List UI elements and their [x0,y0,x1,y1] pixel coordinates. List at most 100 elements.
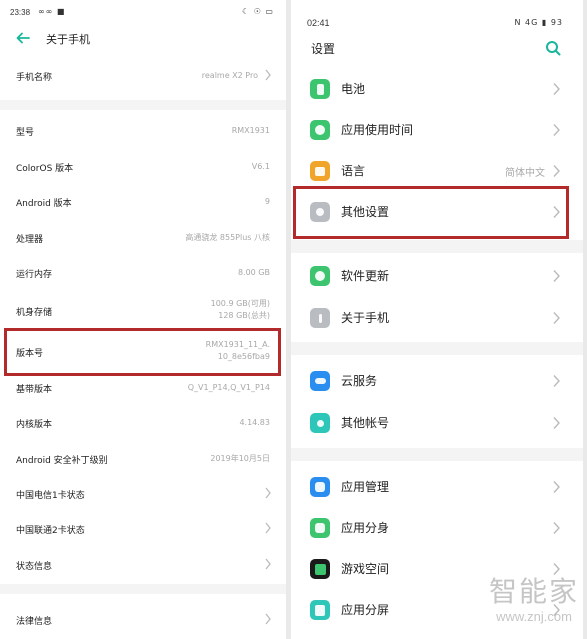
row-sim2-status[interactable]: 中国联通2卡状态 [0,511,286,545]
chevron-right-icon [553,375,560,387]
row-label: Android 版本 [16,199,72,209]
signal-icon: ∞∞ ■ [38,7,66,16]
row-kernel: 内核版本 4.14.83 [0,405,286,439]
settings-item-other-accounts[interactable]: 其他帐号 [291,402,583,444]
game-space-icon [310,559,330,579]
account-icon [310,413,330,433]
settings-item-value: 简体中文 [505,168,545,179]
row-label: 处理器 [16,235,44,245]
settings-item-label: 关于手机 [341,311,390,325]
watermark-url: www.znj.com [496,609,572,624]
row-label: 内核版本 [16,420,53,430]
row-label: Android 安全补丁级别 [16,456,108,466]
cloud-icon [310,371,330,391]
row-status-info[interactable]: 状态信息 [0,547,286,581]
row-security-patch: Android 安全补丁级别 2019年10月5日 [0,441,286,475]
settings-item-about-phone[interactable]: 关于手机 [291,297,583,339]
chevron-right-icon [265,558,271,570]
chevron-right-icon [265,522,271,534]
settings-item-app-management[interactable]: 应用管理 [291,466,583,508]
row-value: 4.14.83 [239,418,270,427]
row-label: 型号 [16,128,35,138]
settings-item-label: 应用管理 [341,480,390,494]
status-icons: ☾ ☉ ▭ [242,7,274,16]
row-storage: 机身存储 100.9 GB(可用) 128 GB(总共) [0,291,286,329]
settings-item-battery[interactable]: 电池 [291,68,583,110]
chevron-right-icon [553,481,560,493]
battery-icon [310,79,330,99]
chevron-right-icon [265,487,271,499]
settings-item-label: 其他帐号 [341,416,390,430]
settings-item-label: 软件更新 [341,269,390,283]
row-model: 型号 RMX1931 [0,113,286,147]
row-ram: 运行内存 8.00 GB [0,255,286,289]
row-value: 2019年10月5日 [210,454,270,463]
split-screen-icon [310,600,330,620]
watermark: 智能家 www.znj.com [489,575,579,625]
back-arrow-icon[interactable] [15,30,31,46]
chevron-right-icon [553,522,560,534]
settings-item-software-update[interactable]: 软件更新 [291,255,583,297]
settings-item-label: 语言 [341,164,366,178]
row-sim1-status[interactable]: 中国电信1卡状态 [0,476,286,510]
chevron-right-icon [553,312,560,324]
status-time: 02:41 [307,18,330,28]
row-label: 状态信息 [16,562,53,572]
watermark-title: 智能家 [488,575,579,608]
settings-item-label: 云服务 [341,374,378,388]
settings-item-cloud-service[interactable]: 云服务 [291,360,583,402]
chevron-right-icon [553,417,560,429]
settings-item-app-usage-time[interactable]: 应用使用时间 [291,109,583,151]
chevron-right-icon [265,69,271,81]
settings-item-label: 游戏空间 [341,562,390,576]
row-baseband: 基带版本 Q_V1_P14,Q_V1_P14 [0,370,286,404]
row-legal-info[interactable]: 法律信息 [0,602,286,636]
search-icon[interactable] [545,40,561,56]
row-value: 9 [264,197,270,206]
settings-item-label: 电池 [341,82,366,96]
section-divider [291,448,583,461]
page-title: 设置 [311,42,336,56]
language-icon [310,161,330,181]
section-divider [0,584,286,594]
highlight-box [293,186,569,239]
about-phone-screen: 23:38 ∞∞ ■ ☾ ☉ ▭ 关于手机 手机名称 realme X2 Pro… [0,0,286,639]
about-phone-icon [310,308,330,328]
highlight-box [4,328,281,376]
chevron-right-icon [265,613,271,625]
chevron-right-icon [553,83,560,95]
chevron-right-icon [553,124,560,136]
status-bar: 02:41 N 4G ▮ 93 [291,0,583,28]
settings-screen: 02:41 N 4G ▮ 93 设置 电池 应用使用时间 语言 简体中文 其他设… [291,0,583,639]
row-device-name[interactable]: 手机名称 realme X2 Pro [0,58,286,92]
app-clone-icon [310,518,330,538]
app-manage-icon [310,477,330,497]
header: 关于手机 [0,22,286,56]
row-label: 运行内存 [16,270,53,280]
row-value: Q_V1_P14,Q_V1_P14 [187,383,270,392]
status-bar: 23:38 ∞∞ ■ ☾ ☉ ▭ [0,0,286,22]
app-usage-icon [310,120,330,140]
row-value: V6.1 [251,162,270,171]
chevron-right-icon [553,563,560,575]
chevron-right-icon [553,270,560,282]
row-value: 高通骁龙 855Plus 八核 [185,233,270,242]
row-value: 100.9 GB(可用) [210,299,270,308]
settings-item-app-clone[interactable]: 应用分身 [291,507,583,549]
row-label: 机身存储 [16,308,53,318]
page-title: 关于手机 [46,33,90,46]
row-label: 手机名称 [16,73,53,83]
row-value: realme X2 Pro [201,71,258,80]
section-divider [291,342,583,355]
row-label: 基带版本 [16,385,53,395]
row-label: 中国电信1卡状态 [16,491,85,501]
row-label: ColorOS 版本 [16,164,74,174]
software-update-icon [310,266,330,286]
row-value-secondary: 128 GB(总共) [218,311,270,320]
settings-item-label: 应用分身 [341,521,390,535]
section-divider [291,240,583,253]
row-label: 中国联通2卡状态 [16,526,85,536]
settings-item-label: 应用分屏 [341,603,390,617]
settings-item-label: 应用使用时间 [341,123,414,137]
row-coloros-version: ColorOS 版本 V6.1 [0,149,286,183]
